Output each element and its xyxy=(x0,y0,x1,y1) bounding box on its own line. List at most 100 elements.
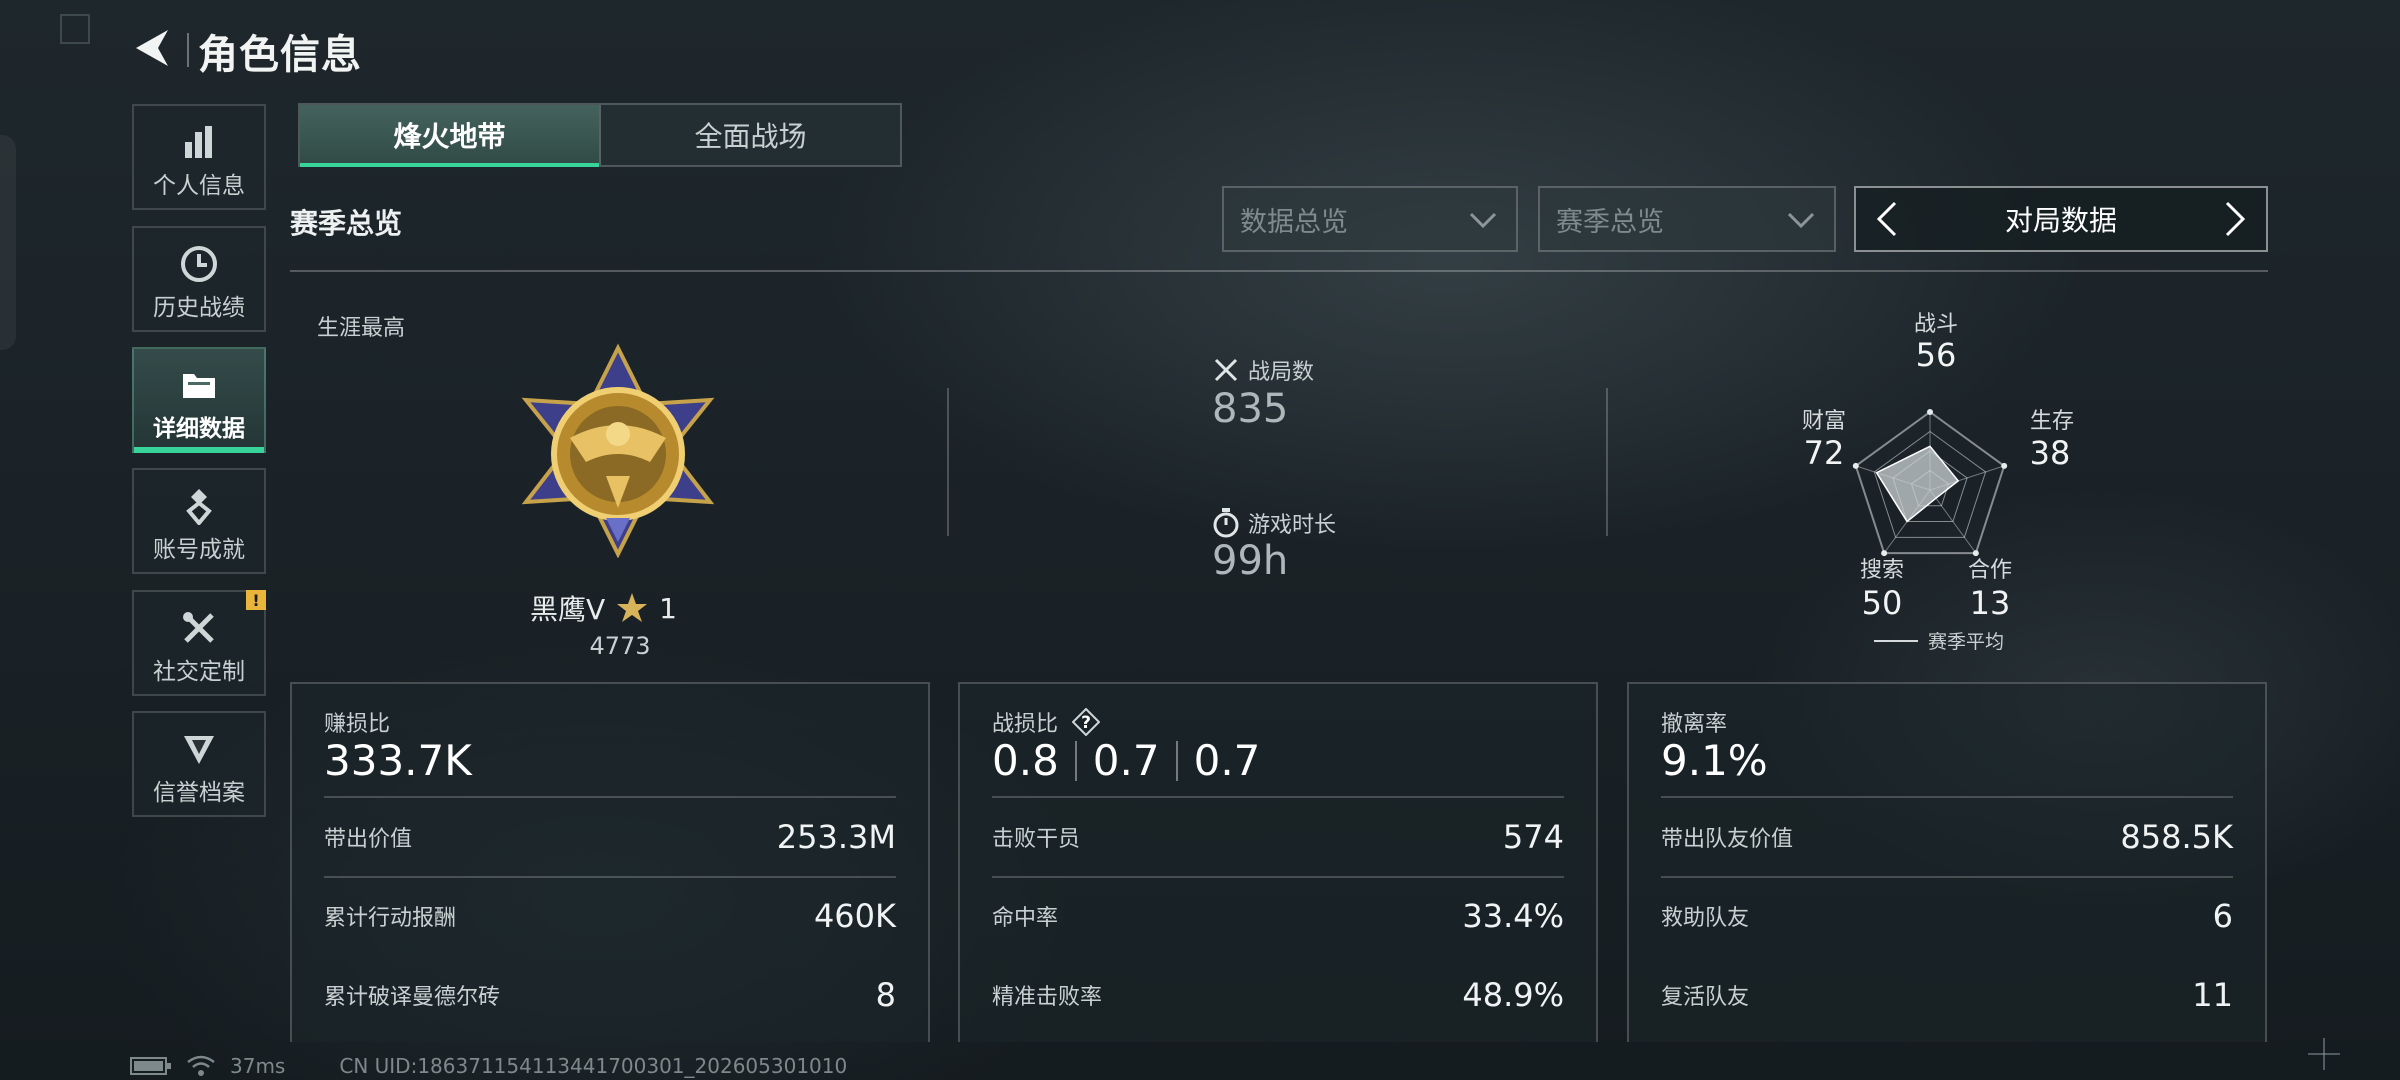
card-divider xyxy=(324,796,896,798)
achievement-badge-icon xyxy=(179,486,219,526)
chevron-right-icon[interactable] xyxy=(2216,200,2254,238)
radar-axis-value: 50 xyxy=(1861,584,1903,622)
rank-name: 黑鹰V xyxy=(530,593,606,626)
rank-score: 4773 xyxy=(589,632,651,660)
kd-ratio-card: 战损比 ? 0.8 0.7 0.7 击败干员 574 命中率 33.4% 精准击… xyxy=(958,682,1598,1042)
radar-axis-label: 生存 xyxy=(2029,409,2074,434)
back-button[interactable] xyxy=(128,24,176,72)
profit-loss-card: 赚损比 333.7K 带出价值 253.3M 累计行动报酬 460K 累计破译曼… xyxy=(290,682,930,1042)
chevron-down-icon xyxy=(1469,212,1497,229)
back-arrow-icon xyxy=(136,30,168,66)
sidebar-item-detailed-data[interactable]: 详细数据 xyxy=(132,347,266,453)
playtime-label: 游戏时长 xyxy=(1248,513,1337,538)
wifi-icon xyxy=(187,1055,215,1076)
stat-row: 复活队友 11 xyxy=(1661,976,2233,1014)
sidebar-item-label: 个人信息 xyxy=(153,173,245,199)
radar-axis-value: 13 xyxy=(1969,584,2011,622)
sidebar-item-label: 历史战绩 xyxy=(153,295,245,321)
match-data-switcher: 对局数据 xyxy=(1854,186,2268,252)
sidebar-item-label: 账号成就 xyxy=(153,537,245,563)
star-count: 1 xyxy=(659,591,677,625)
kd-separator xyxy=(1074,740,1077,781)
rank-emblem xyxy=(510,342,726,559)
sidebar-item-history[interactable]: 历史战绩 xyxy=(132,226,266,332)
radar-vertex-dot xyxy=(1972,550,1979,557)
matches-value: 835 xyxy=(1212,386,1289,432)
corner-marker xyxy=(60,14,90,44)
radar-vertex-dot xyxy=(1927,409,1933,415)
crossed-swords-icon xyxy=(1214,358,1238,382)
sidebar-item-achievements[interactable]: 账号成就 xyxy=(132,468,266,574)
radar-chart xyxy=(1852,409,2008,557)
stat-row: 累计行动报酬 460K xyxy=(324,897,896,935)
data-overview-dropdown[interactable]: 数据总览 xyxy=(1222,186,1518,252)
match-data-label: 对局数据 xyxy=(2004,204,2117,237)
rank-line: 黑鹰V 1 xyxy=(530,588,710,628)
stat-label: 带出队友价值 xyxy=(1661,827,1794,852)
battery-icon xyxy=(130,1057,171,1075)
extraction-rate-card: 撤离率 9.1% 带出队友价值 858.5K 救助队友 6 复活队友 11 xyxy=(1627,682,2267,1042)
kd-value: 0.7 xyxy=(1193,736,1261,785)
card-divider xyxy=(1661,796,2233,798)
dropdown-value: 数据总览 xyxy=(1240,206,1348,238)
svg-text:?: ? xyxy=(1081,713,1091,733)
status-footer: 37ms CN UID:1863711541134417003​01_20260… xyxy=(130,1054,847,1078)
ping-value: 37ms xyxy=(230,1054,286,1078)
divider xyxy=(1606,388,1608,536)
card-divider xyxy=(992,876,1564,878)
legend-line xyxy=(1874,639,1918,642)
stat-value: 253.3M xyxy=(776,818,896,856)
card-divider xyxy=(1661,876,2233,878)
sidebar-item-social-customize[interactable]: 社交定制 ! xyxy=(132,590,266,696)
stat-label: 击败干员 xyxy=(992,827,1081,852)
sidebar-item-label: 社交定制 xyxy=(153,659,245,685)
season-overview-dropdown[interactable]: 赛季总览 xyxy=(1538,186,1836,252)
radar-axis-value: 56 xyxy=(1915,336,1957,374)
page-title: 角色信息 xyxy=(198,32,362,78)
bar-chart-icon xyxy=(179,122,219,162)
tab-warzone[interactable]: 烽火地带 xyxy=(300,105,599,167)
card-divider xyxy=(992,796,1564,798)
stat-row: 带出价值 253.3M xyxy=(324,818,896,856)
help-icon[interactable]: ? xyxy=(1071,707,1101,737)
stat-label: 精准击败率 xyxy=(992,985,1103,1010)
radar-value-area xyxy=(1875,445,1960,523)
matches-label: 战局数 xyxy=(1248,360,1315,385)
matches-label-row: 战局数 xyxy=(1212,354,1314,386)
stat-value: 6 xyxy=(2212,897,2233,935)
tools-icon xyxy=(179,608,219,648)
stat-label: 带出价值 xyxy=(324,827,413,852)
card-main-value: 9.1% xyxy=(1661,736,1768,785)
stat-label: 救助队友 xyxy=(1661,906,1750,931)
card-title-row: 战损比 ? xyxy=(992,706,1101,738)
plus-icon xyxy=(2308,1038,2340,1070)
stat-row: 击败干员 574 xyxy=(992,818,1564,856)
card-title: 赚损比 xyxy=(324,712,391,737)
stat-value: 858.5K xyxy=(2120,818,2233,856)
sidebar-item-profile[interactable]: 个人信息 xyxy=(132,104,266,210)
stat-value: 460K xyxy=(813,897,896,935)
stat-value: 33.4% xyxy=(1462,897,1564,935)
playtime-label-row: 游戏时长 xyxy=(1212,507,1336,539)
tab-full-battlefield[interactable]: 全面战场 xyxy=(599,105,900,165)
chevron-left-icon[interactable] xyxy=(1868,200,1906,238)
stat-value: 48.9% xyxy=(1462,976,1564,1014)
card-main-value: 333.7K xyxy=(324,736,472,785)
sidebar-item-credit-record[interactable]: 信誉档案 xyxy=(132,711,266,817)
stat-row: 救助队友 6 xyxy=(1661,897,2233,935)
stat-label: 累计破译曼德尔砖 xyxy=(324,985,501,1010)
mode-tabs: 烽火地带 全面战场 xyxy=(298,103,902,167)
stat-value: 8 xyxy=(875,976,896,1014)
edge-pull-tab[interactable] xyxy=(0,135,16,350)
stat-row: 命中率 33.4% xyxy=(992,897,1564,935)
kd-value: 0.8 xyxy=(992,736,1059,785)
section-title: 赛季总览 xyxy=(290,207,403,240)
radar-vertex-dot xyxy=(1852,462,1859,469)
shield-crest-icon xyxy=(179,729,219,769)
radar-axis-label: 战斗 xyxy=(1913,312,1958,337)
section-divider xyxy=(290,270,2268,272)
playtime-value: 99h xyxy=(1212,538,1289,584)
divider xyxy=(947,388,949,536)
stat-value: 11 xyxy=(2192,976,2233,1014)
card-title: 撤离率 xyxy=(1661,712,1728,737)
